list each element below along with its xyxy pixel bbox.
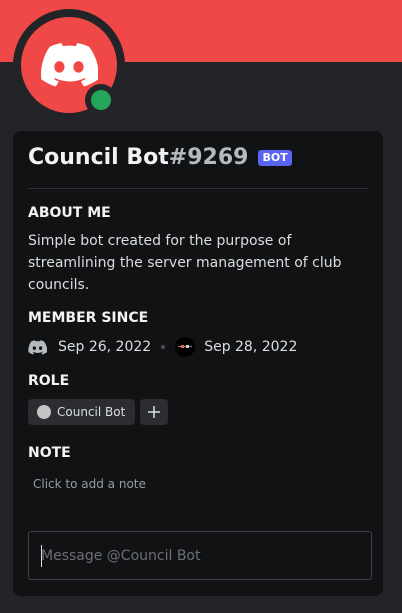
discord-join-date: Sep 26, 2022 xyxy=(58,339,152,355)
role-title: ROLE xyxy=(28,373,70,389)
separator-dot xyxy=(161,345,166,349)
name-row: Council Bot #9269 BOT xyxy=(28,145,292,170)
about-me-text: Simple bot created for the purpose of st… xyxy=(28,233,342,293)
server-join-date: Sep 28, 2022 xyxy=(204,339,298,355)
note-title: NOTE xyxy=(28,445,71,461)
message-input[interactable] xyxy=(28,531,372,580)
role-list: Council Bot xyxy=(28,399,169,425)
role-pill[interactable]: Council Bot xyxy=(28,399,136,425)
role-color-dot[interactable] xyxy=(37,405,51,419)
profile-card: Council Bot #9269 BOT ABOUT ME Simple bot… xyxy=(13,131,383,596)
username[interactable]: Council Bot xyxy=(28,145,169,170)
text-caret xyxy=(41,545,42,567)
member-since-title: MEMBER SINCE xyxy=(28,310,149,326)
note-input[interactable]: Click to add a note xyxy=(33,477,146,491)
plus-icon xyxy=(148,406,161,418)
bot-tag: BOT xyxy=(258,149,292,166)
member-since-row: Sep 26, 2022 Sep 28, 2022 xyxy=(28,336,297,358)
divider xyxy=(28,188,368,189)
status-online-indicator xyxy=(91,90,111,110)
role-name: Council Bot xyxy=(57,405,126,419)
add-role-button[interactable] xyxy=(140,399,169,425)
discriminator[interactable]: #9269 xyxy=(169,145,249,170)
server-icon xyxy=(175,337,196,357)
discord-logo-icon xyxy=(28,339,47,355)
about-me-title: ABOUT ME xyxy=(28,205,111,221)
discord-logo-icon xyxy=(41,43,98,87)
